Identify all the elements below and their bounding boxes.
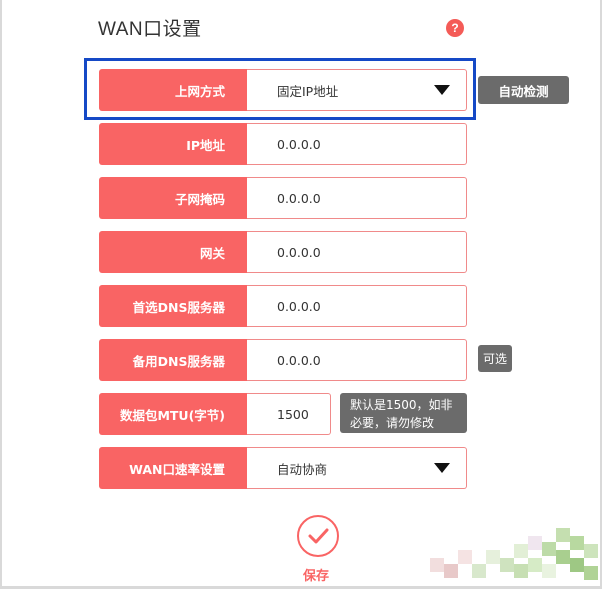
primary-dns-input[interactable]: 0.0.0.0 bbox=[247, 285, 467, 327]
subnet-mask-row: 子网掩码 0.0.0.0 bbox=[99, 177, 467, 219]
watermark-mosaic bbox=[430, 528, 600, 586]
page-title: WAN口设置 bbox=[98, 19, 202, 40]
mtu-row: 数据包MTU(字节) 1500 bbox=[99, 393, 331, 435]
ip-address-input[interactable]: 0.0.0.0 bbox=[247, 123, 467, 165]
mtu-hint-line1: 默认是1500，如非 bbox=[350, 398, 453, 412]
primary-dns-label: 首选DNS服务器 bbox=[99, 285, 247, 327]
gateway-input[interactable]: 0.0.0.0 bbox=[247, 231, 467, 273]
highlight-box bbox=[84, 58, 476, 120]
mtu-input[interactable]: 1500 bbox=[247, 393, 331, 435]
mtu-hint: 默认是1500，如非 必要，请勿修改 bbox=[340, 393, 467, 433]
wan-speed-select[interactable]: 自动协商 bbox=[247, 447, 467, 489]
subnet-mask-value: 0.0.0.0 bbox=[277, 190, 321, 206]
save-button[interactable] bbox=[297, 515, 339, 557]
chevron-down-icon[interactable] bbox=[434, 463, 450, 473]
help-icon[interactable]: ? bbox=[446, 19, 464, 37]
gateway-row: 网关 0.0.0.0 bbox=[99, 231, 467, 273]
primary-dns-row: 首选DNS服务器 0.0.0.0 bbox=[99, 285, 467, 327]
wan-speed-value: 自动协商 bbox=[277, 461, 328, 477]
auto-detect-button[interactable]: 自动检测 bbox=[478, 76, 569, 104]
wan-speed-label: WAN口速率设置 bbox=[99, 447, 247, 489]
secondary-dns-label: 备用DNS服务器 bbox=[99, 339, 247, 381]
subnet-mask-label: 子网掩码 bbox=[99, 177, 247, 219]
subnet-mask-input[interactable]: 0.0.0.0 bbox=[247, 177, 467, 219]
mtu-label: 数据包MTU(字节) bbox=[99, 393, 247, 435]
optional-badge: 可选 bbox=[478, 345, 512, 372]
ip-address-row: IP地址 0.0.0.0 bbox=[99, 123, 467, 165]
gateway-value: 0.0.0.0 bbox=[277, 244, 321, 260]
wan-speed-row: WAN口速率设置 自动协商 bbox=[99, 447, 467, 489]
ip-address-value: 0.0.0.0 bbox=[277, 136, 321, 152]
checkmark-icon bbox=[308, 528, 329, 544]
gateway-label: 网关 bbox=[99, 231, 247, 273]
secondary-dns-input[interactable]: 0.0.0.0 bbox=[247, 339, 467, 381]
secondary-dns-value: 0.0.0.0 bbox=[277, 352, 321, 368]
mtu-value: 1500 bbox=[277, 406, 309, 422]
left-border bbox=[0, 0, 2, 589]
primary-dns-value: 0.0.0.0 bbox=[277, 298, 321, 314]
save-label[interactable]: 保存 bbox=[303, 565, 329, 584]
mtu-hint-line2: 必要，请勿修改 bbox=[350, 416, 435, 430]
ip-address-label: IP地址 bbox=[99, 123, 247, 165]
secondary-dns-row: 备用DNS服务器 0.0.0.0 bbox=[99, 339, 467, 381]
